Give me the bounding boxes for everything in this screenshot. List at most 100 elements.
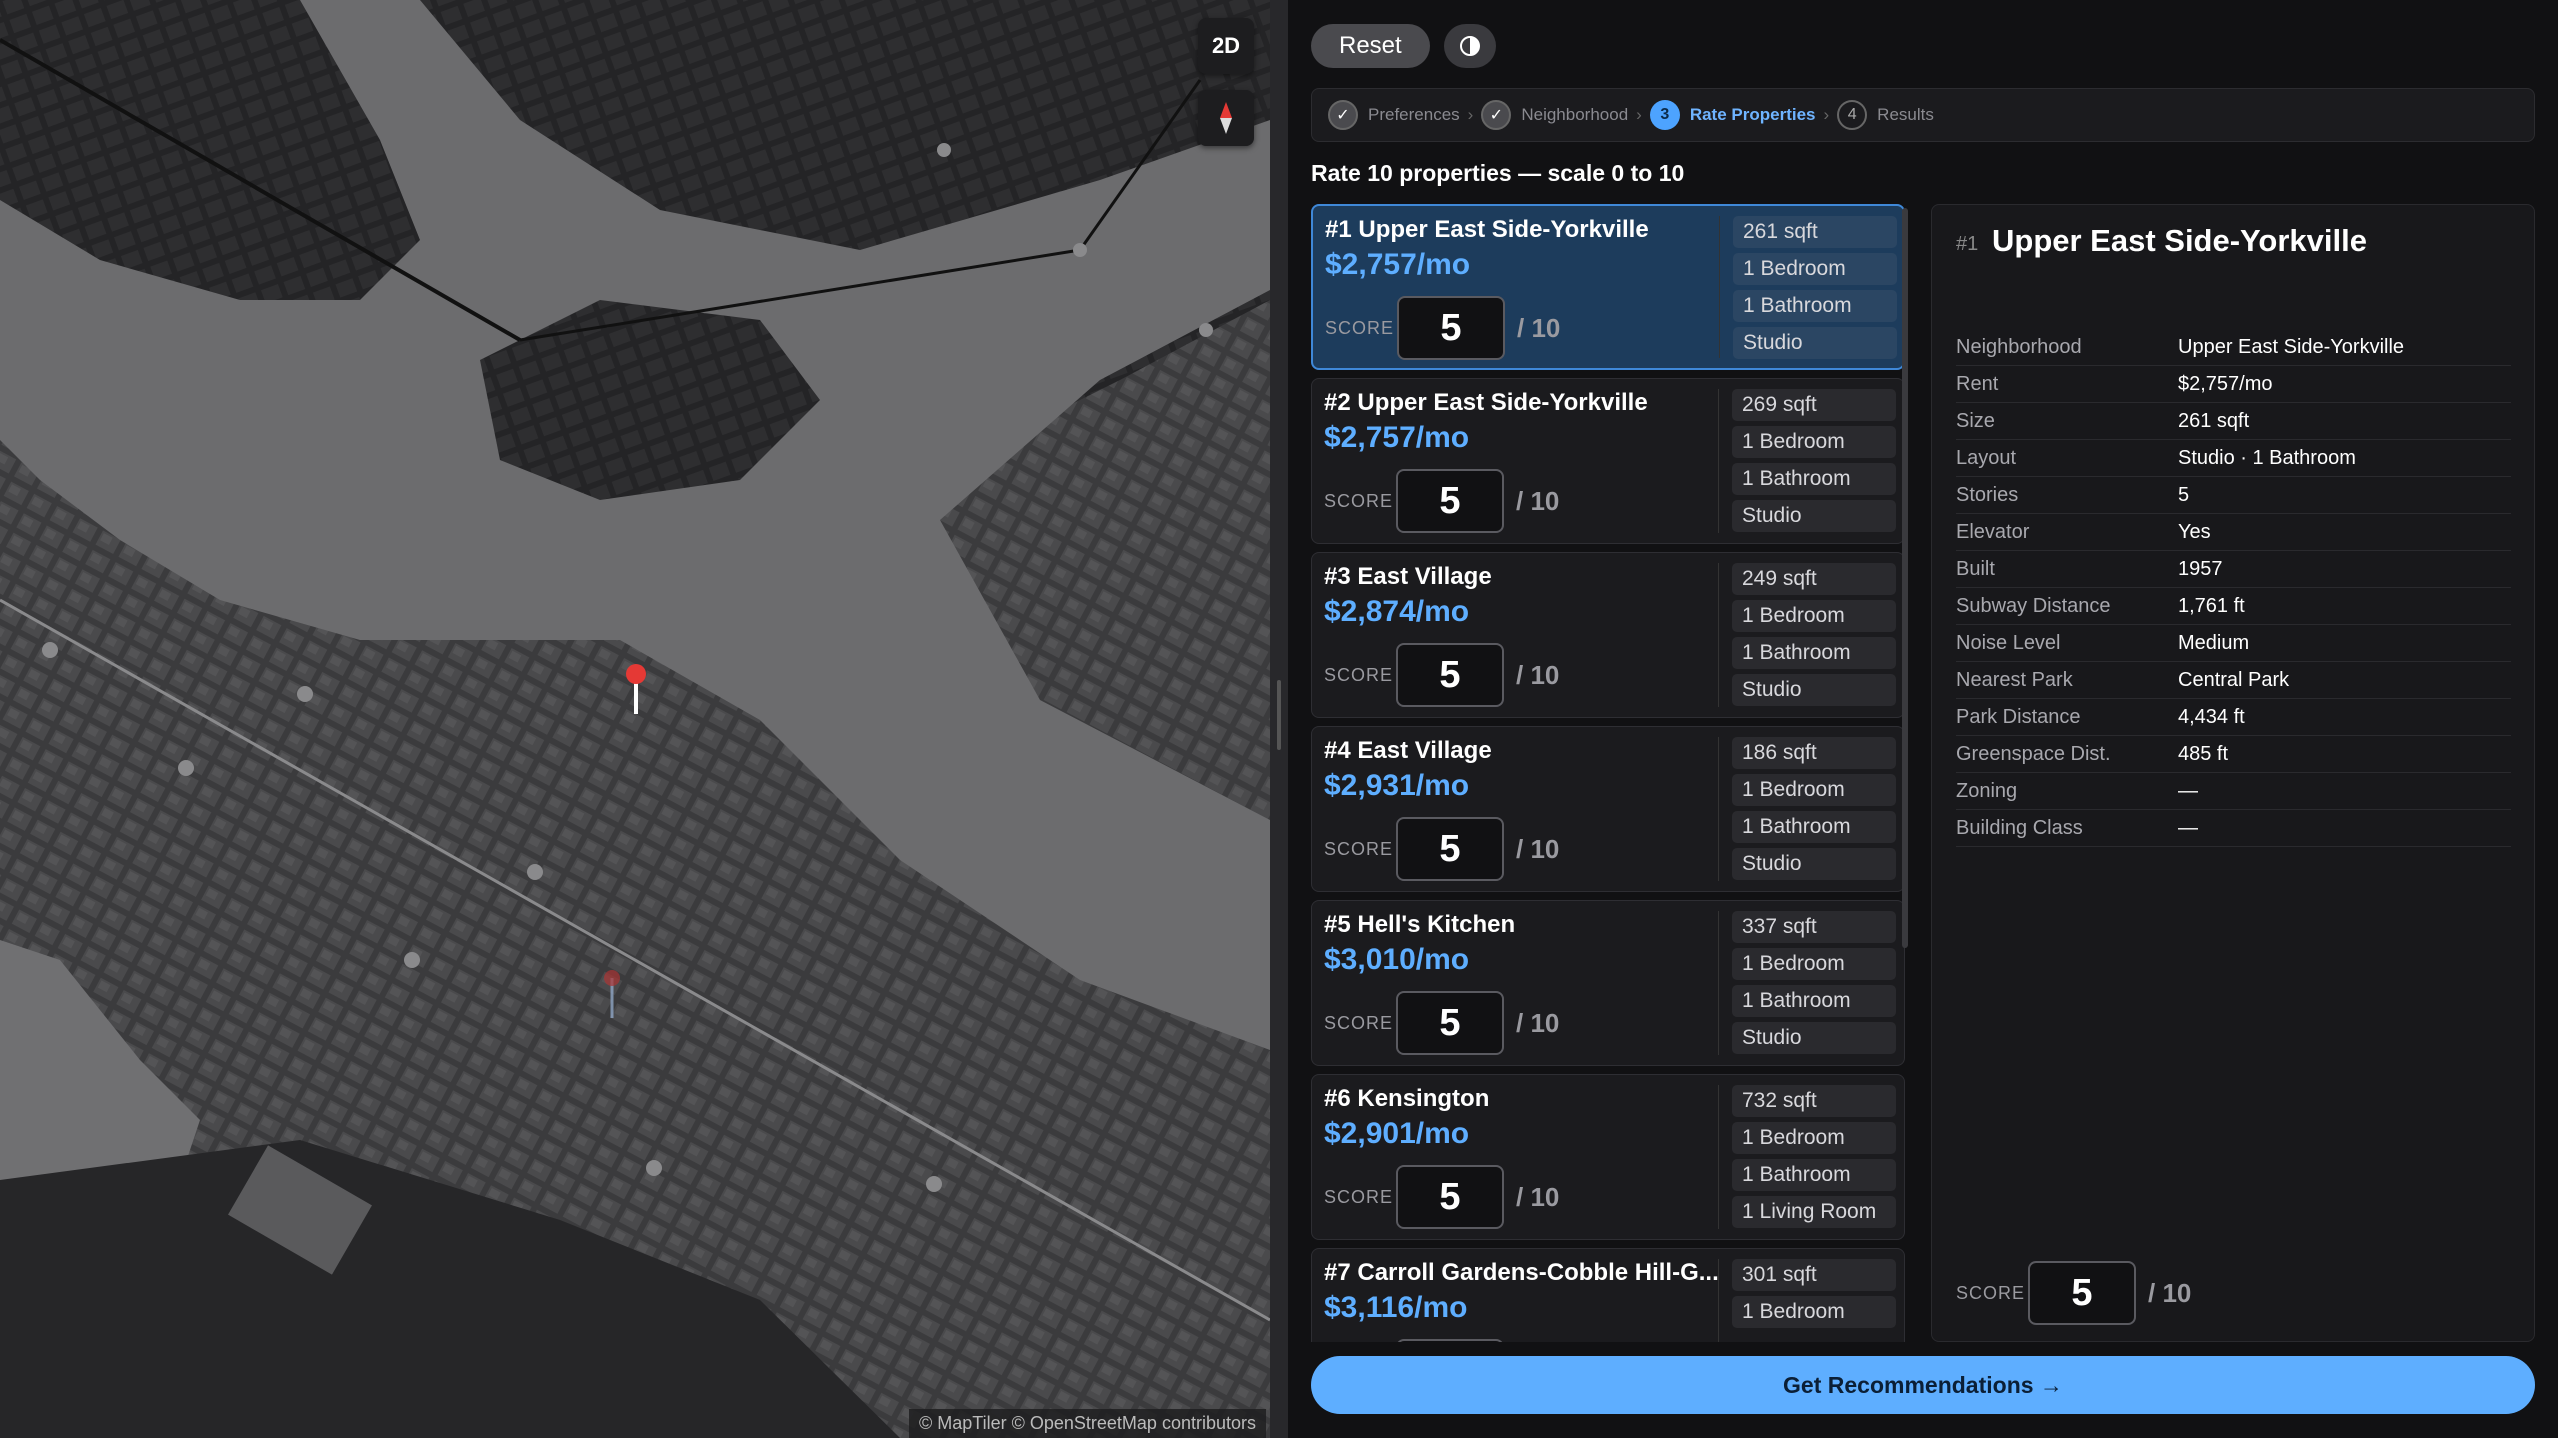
compass-button[interactable] <box>1198 90 1254 146</box>
attribute-key: Built <box>1956 557 1995 580</box>
score-label: SCORE <box>1324 490 1394 511</box>
attribute-value: Studio · 1 Bathroom <box>2178 446 2356 469</box>
property-chip: Studio <box>1732 1022 1896 1054</box>
score-input[interactable]: 5 <box>1396 643 1504 707</box>
chips-divider <box>1718 911 1719 1055</box>
property-chip: 269 sqft <box>1732 389 1896 421</box>
property-title: #3 East Village <box>1324 563 1492 590</box>
attribute-row: Building Class — <box>1956 810 2511 847</box>
reset-button[interactable]: Reset <box>1311 24 1430 68</box>
score-label: SCORE <box>1324 1186 1394 1207</box>
view-2d-toggle[interactable]: 2D <box>1198 18 1254 74</box>
step-separator: › <box>1823 105 1830 124</box>
attribute-value: — <box>2178 779 2198 802</box>
attribute-row: Zoning — <box>1956 773 2511 810</box>
score-max: / 10 <box>2148 1277 2192 1308</box>
property-chip: 1 Bathroom <box>1733 290 1897 322</box>
score-row: SCORE 5 / 10 <box>1324 817 1559 881</box>
score-input[interactable]: 5 <box>1396 817 1504 881</box>
property-title: #2 Upper East Side-Yorkville <box>1324 389 1648 416</box>
attribute-key: Nearest Park <box>1956 668 2073 691</box>
chips-divider <box>1718 389 1719 533</box>
property-chip: 1 Bedroom <box>1732 600 1896 632</box>
property-card[interactable]: #7 Carroll Gardens-Cobble Hill-G... $3,1… <box>1311 1248 1905 1342</box>
property-chip: 337 sqft <box>1732 911 1896 943</box>
attribute-key: Greenspace Dist. <box>1956 742 2111 765</box>
step-indicator: ✓ <box>1328 100 1358 130</box>
property-price: $2,757/mo <box>1324 421 1470 454</box>
step-separator: › <box>1467 105 1474 124</box>
step-neighborhood[interactable]: ✓ Neighborhood <box>1481 100 1628 130</box>
property-title: #7 Carroll Gardens-Cobble Hill-G... <box>1324 1259 1719 1286</box>
property-price: $2,931/mo <box>1324 769 1470 802</box>
attribute-key: Zoning <box>1956 779 2018 802</box>
property-card[interactable]: #5 Hell's Kitchen $3,010/mo SCORE 5 / 10… <box>1311 900 1905 1066</box>
attribute-key: Neighborhood <box>1956 335 2082 358</box>
score-input[interactable]: 5 <box>1397 296 1505 360</box>
property-chip: 249 sqft <box>1732 563 1896 595</box>
attribute-key: Park Distance <box>1956 705 2081 728</box>
property-list[interactable]: #1 Upper East Side-Yorkville $2,757/mo S… <box>1311 204 1907 1342</box>
score-row: SCORE 5 / 10 <box>1324 643 1559 707</box>
detail-rank: #1 <box>1956 233 1979 255</box>
detail-score-input[interactable]: 5 <box>2028 1261 2136 1325</box>
step-indicator: 3 <box>1649 100 1680 130</box>
attribute-value: 1,761 ft <box>2178 594 2245 617</box>
progress-stepper: ✓ Preferences › ✓ Neighborhood › 3 Rate Propert… <box>1311 88 2535 142</box>
attribute-row: Nearest Park Central Park <box>1956 662 2511 699</box>
attribute-row: Park Distance 4,434 ft <box>1956 699 2511 736</box>
attribute-value: 485 ft <box>2178 742 2229 765</box>
property-chip: 1 Bedroom <box>1732 774 1896 806</box>
property-chip: 1 Bathroom <box>1732 463 1896 495</box>
score-max: / 10 <box>1516 485 1560 516</box>
property-chip: 1 Bathroom <box>1732 637 1896 669</box>
step-label: Preferences <box>1368 105 1460 124</box>
score-input[interactable]: 5 <box>1396 469 1504 533</box>
detail-score-row: SCORE 5 / 10 <box>1956 1261 2191 1325</box>
property-price: $3,010/mo <box>1324 943 1470 976</box>
property-chip: 1 Bedroom <box>1732 1122 1896 1154</box>
step-label: Neighborhood <box>1521 105 1629 124</box>
attribute-key: Layout <box>1956 446 2017 469</box>
score-row: SCORE 5 / 10 <box>1324 1165 1559 1229</box>
property-chip: 1 Bedroom <box>1732 426 1896 458</box>
attribute-key: Size <box>1956 409 1995 432</box>
property-card[interactable]: #3 East Village $2,874/mo SCORE 5 / 10 2… <box>1311 552 1905 718</box>
property-price: $3,116/mo <box>1324 1291 1468 1324</box>
step-preferences[interactable]: ✓ Preferences <box>1328 100 1460 130</box>
map-attribution[interactable]: © MapTiler © OpenStreetMap contributors <box>909 1409 1266 1438</box>
property-card[interactable]: #1 Upper East Side-Yorkville $2,757/mo S… <box>1311 204 1905 370</box>
property-chips: 261 sqft 1 Bedroom 1 Bathroom Studio <box>1733 216 1897 359</box>
property-card[interactable]: #4 East Village $2,931/mo SCORE 5 / 10 1… <box>1311 726 1905 892</box>
attribute-key: Elevator <box>1956 520 2030 543</box>
property-card[interactable]: #2 Upper East Side-Yorkville $2,757/mo S… <box>1311 378 1905 544</box>
attribute-row: Rent $2,757/mo <box>1956 366 2511 403</box>
step-indicator: ✓ <box>1481 100 1512 130</box>
score-input[interactable]: 5 <box>1396 1165 1504 1229</box>
score-input[interactable]: 5 <box>1396 991 1504 1055</box>
map-canvas[interactable] <box>0 0 1270 1438</box>
score-max: / 10 <box>1516 659 1560 690</box>
property-price: $2,874/mo <box>1324 595 1470 628</box>
step-rate-properties[interactable]: 3 Rate Properties <box>1649 100 1816 130</box>
score-row: SCORE 5 / 10 <box>1324 1339 1559 1342</box>
property-card[interactable]: #6 Kensington $2,901/mo SCORE 5 / 10 732… <box>1311 1074 1905 1240</box>
panel-resizer[interactable] <box>1270 0 1288 1438</box>
score-label: SCORE <box>1325 317 1395 338</box>
chips-divider <box>1719 216 1720 358</box>
map-view[interactable]: 2D © MapTiler © OpenStreetMap contributo… <box>0 0 1270 1438</box>
resize-grip[interactable] <box>1277 680 1281 750</box>
get-recommendations-button[interactable]: Get Recommendations → <box>1311 1356 2535 1414</box>
list-scrollbar[interactable] <box>1902 208 1908 948</box>
property-title: #5 Hell's Kitchen <box>1324 911 1516 938</box>
attribute-row: Elevator Yes <box>1956 514 2511 551</box>
page-title: Rate 10 properties — scale 0 to 10 <box>1311 160 1685 186</box>
theme-toggle-button[interactable] <box>1443 24 1496 68</box>
score-input[interactable]: 5 <box>1396 1339 1504 1342</box>
attribute-row: Noise Level Medium <box>1956 625 2511 662</box>
property-chip: 1 Bathroom <box>1732 811 1896 843</box>
step-results[interactable]: 4 Results <box>1837 100 1934 130</box>
score-row: SCORE 5 / 10 <box>1324 469 1559 533</box>
score-label: SCORE <box>1324 1012 1394 1033</box>
property-chips: 732 sqft 1 Bedroom 1 Bathroom 1 Living Room <box>1732 1085 1896 1228</box>
